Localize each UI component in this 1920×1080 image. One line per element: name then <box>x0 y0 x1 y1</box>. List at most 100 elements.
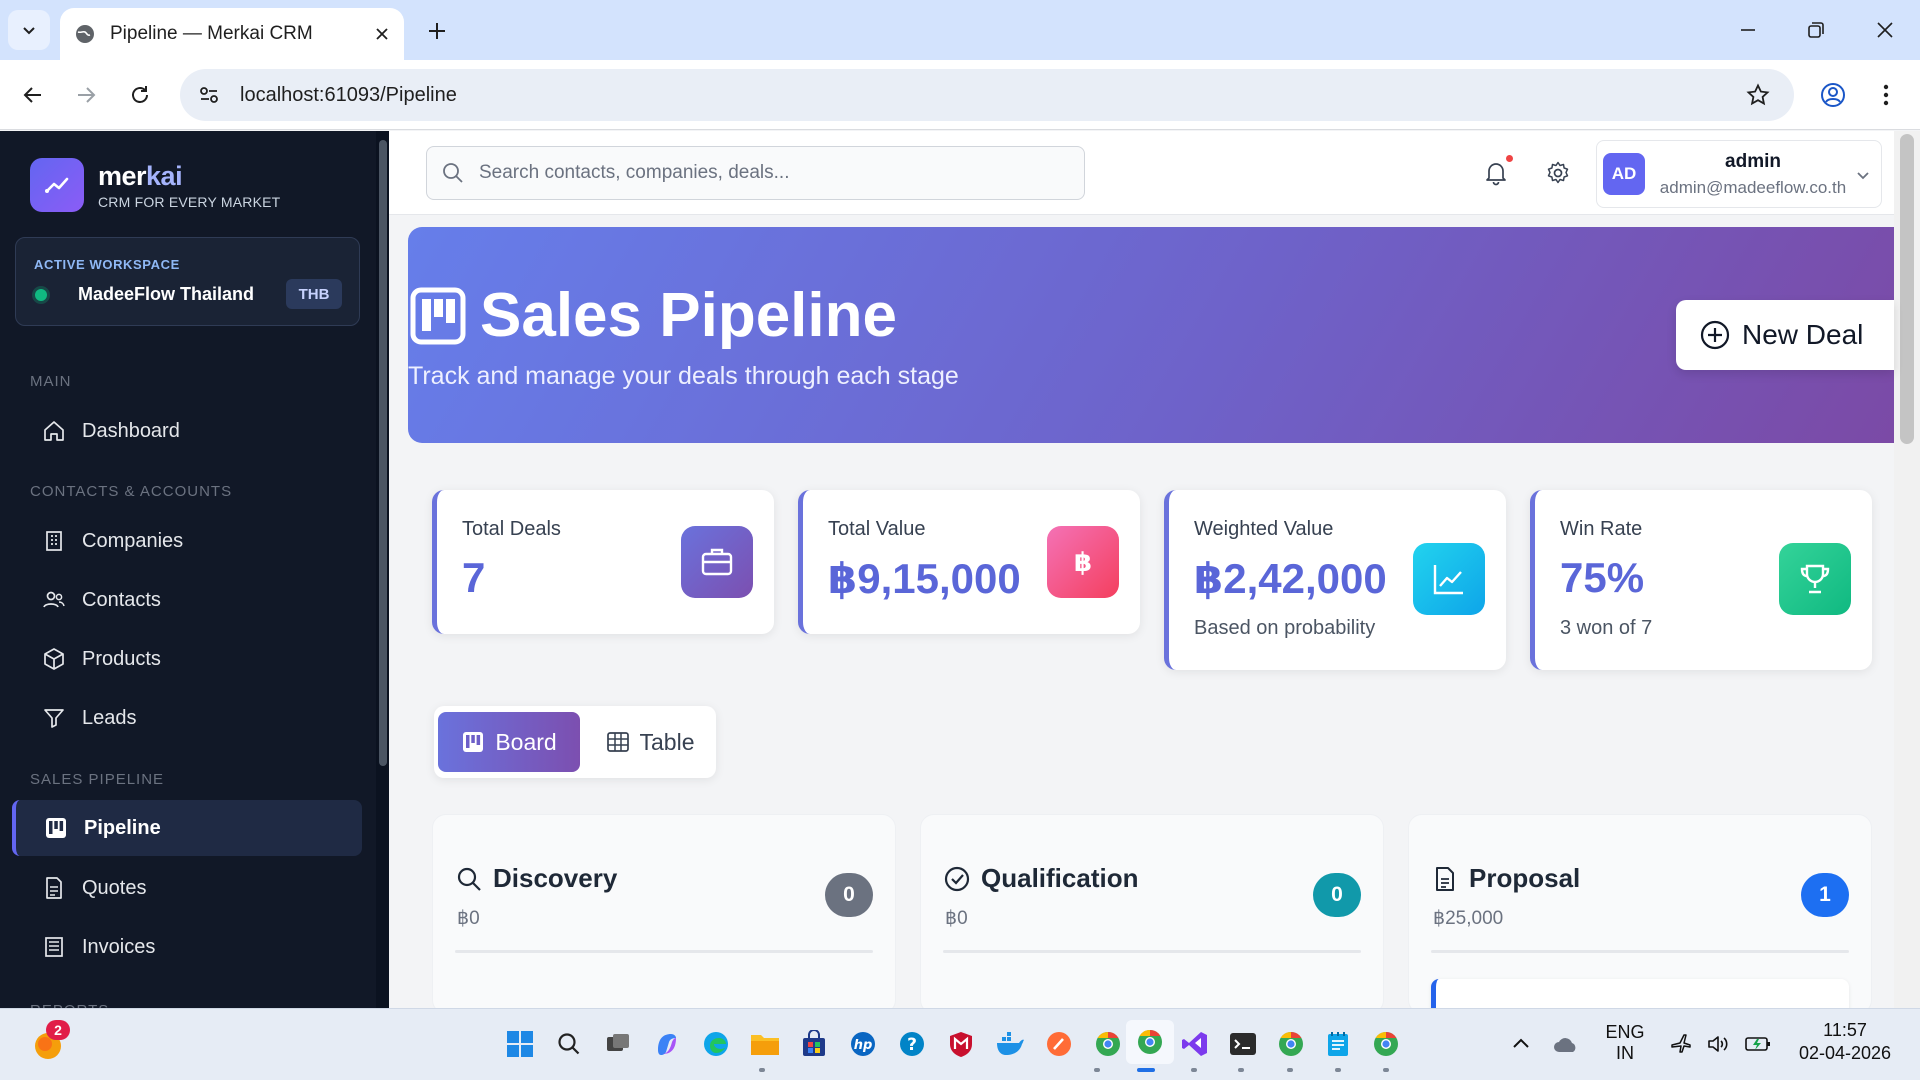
kebab-menu-icon <box>1883 84 1889 106</box>
bookmark-button[interactable] <box>1740 77 1776 113</box>
postman-app[interactable] <box>1039 1024 1079 1064</box>
document-icon <box>46 877 62 899</box>
chevron-down-icon <box>23 27 35 35</box>
global-search-input[interactable]: Search contacts, companies, deals... <box>426 146 1085 200</box>
notepad-icon <box>1328 1032 1348 1056</box>
folder-icon <box>751 1035 779 1055</box>
receipt-icon <box>45 937 63 957</box>
running-indicator <box>1383 1068 1389 1072</box>
sidebar-item-invoices[interactable]: Invoices <box>12 919 362 975</box>
brand[interactable]: merkai CRM FOR EVERY MARKET <box>30 158 280 212</box>
edge-app[interactable] <box>696 1024 736 1064</box>
chrome-app-active[interactable] <box>1126 1020 1174 1064</box>
close-tab-icon[interactable] <box>374 26 390 42</box>
browser-menu-button[interactable] <box>1868 77 1904 113</box>
sidebar-item-label: Invoices <box>82 935 156 958</box>
copilot-app[interactable] <box>647 1024 687 1064</box>
terminal-app[interactable] <box>1223 1024 1263 1064</box>
close-window-button[interactable] <box>1862 12 1908 48</box>
sidebar-item-quotes[interactable]: Quotes <box>12 860 362 916</box>
speaker-icon <box>1708 1036 1728 1052</box>
store-app[interactable] <box>794 1024 834 1064</box>
help-app[interactable]: ? <box>892 1024 932 1064</box>
trend-logo-icon <box>45 177 69 193</box>
sidebar-item-products[interactable]: Products <box>12 631 362 687</box>
sidebar-item-leads[interactable]: Leads <box>12 690 362 746</box>
sidebar-item-pipeline[interactable]: Pipeline <box>12 800 362 856</box>
column-count-badge: 0 <box>1313 873 1361 917</box>
running-indicator <box>1238 1068 1244 1072</box>
clock[interactable]: 11:57 02-04-2026 <box>1790 1020 1900 1064</box>
sidebar-item-label: Leads <box>82 706 137 729</box>
globe-icon <box>76 25 94 43</box>
battery-charging-icon <box>1745 1037 1770 1051</box>
sidebar-item-label: Pipeline <box>84 816 161 839</box>
task-view-button[interactable] <box>598 1024 638 1064</box>
board-view-button[interactable]: Board <box>438 712 580 772</box>
brand-name: merkai <box>98 160 183 191</box>
docker-app[interactable] <box>990 1024 1030 1064</box>
table-view-button[interactable]: Table <box>590 712 710 772</box>
forward-button[interactable] <box>68 77 104 113</box>
back-button[interactable] <box>15 77 51 113</box>
chrome-icon <box>1374 1032 1398 1056</box>
show-hidden-icons-button[interactable] <box>1501 1024 1541 1064</box>
baht-icon: ฿ <box>1047 526 1119 598</box>
airplane-icon <box>1671 1034 1691 1053</box>
sidebar-item-companies[interactable]: Companies <box>12 513 362 569</box>
sidebar-item-dashboard[interactable]: Dashboard <box>12 403 362 459</box>
table-icon <box>606 732 629 752</box>
gear-icon <box>1547 161 1569 184</box>
start-button[interactable] <box>500 1024 540 1064</box>
visual-studio-app[interactable] <box>1175 1024 1215 1064</box>
running-indicator <box>1191 1068 1197 1072</box>
address-bar[interactable]: localhost:61093/Pipeline <box>180 69 1794 121</box>
stat-value: 75% <box>1560 554 1645 601</box>
file-explorer-app[interactable] <box>745 1024 785 1064</box>
column-divider <box>1431 950 1849 953</box>
hp-app[interactable]: hp <box>843 1024 883 1064</box>
box-icon <box>44 648 64 670</box>
star-icon <box>1746 83 1770 106</box>
reload-button[interactable] <box>122 77 158 113</box>
workspace-label: ACTIVE WORKSPACE <box>34 257 180 272</box>
battery-tray[interactable] <box>1738 1024 1778 1064</box>
chevron-down-icon <box>1857 172 1869 180</box>
sidebar-item-contacts[interactable]: Contacts <box>12 572 362 628</box>
user-menu[interactable]: AD admin admin@madeeflow.co.th <box>1596 140 1882 208</box>
workspace-name: MadeeFlow Thailand <box>78 284 255 304</box>
onedrive-tray[interactable] <box>1546 1024 1586 1064</box>
airplane-mode-tray[interactable] <box>1661 1024 1701 1064</box>
notepad-app[interactable] <box>1318 1024 1358 1064</box>
browser-tab[interactable]: Pipeline — Merkai CRM <box>60 8 404 60</box>
reload-icon <box>132 86 148 103</box>
kanban-icon <box>463 732 484 752</box>
bell-icon <box>1486 163 1506 186</box>
chrome-profile-app[interactable] <box>1271 1024 1311 1064</box>
sidebar-scrollbar-thumb[interactable] <box>379 140 387 766</box>
new-deal-label: New Deal <box>1742 319 1864 350</box>
workspace-currency-badge: THB <box>286 279 342 309</box>
chrome-dev-app[interactable] <box>1088 1024 1128 1064</box>
tab-search-button[interactable] <box>8 10 50 50</box>
profile-button[interactable] <box>1815 77 1851 113</box>
windows-icon <box>507 1031 533 1057</box>
arrow-right-icon <box>78 87 96 103</box>
restore-button[interactable] <box>1793 12 1839 48</box>
site-info-icon[interactable] <box>198 84 220 106</box>
input-language[interactable]: ENG IN <box>1600 1022 1650 1064</box>
minimize-button[interactable] <box>1725 12 1771 48</box>
volume-tray[interactable] <box>1698 1024 1738 1064</box>
new-deal-button[interactable]: New Deal <box>1676 300 1894 370</box>
workspace-switcher[interactable]: ACTIVE WORKSPACE MadeeFlow Thailand THB <box>15 237 360 326</box>
url-text[interactable]: localhost:61093/Pipeline <box>240 84 457 107</box>
taskbar-search-button[interactable] <box>549 1024 589 1064</box>
new-tab-button[interactable] <box>420 14 454 48</box>
board-view-label: Board <box>495 728 557 755</box>
browser-toolbar: localhost:61093/Pipeline <box>0 60 1920 130</box>
sidebar-section-main: MAIN <box>30 373 72 390</box>
settings-button[interactable] <box>1538 153 1578 193</box>
page-scrollbar-thumb[interactable] <box>1900 134 1914 444</box>
chrome-second-app[interactable] <box>1366 1024 1406 1064</box>
mcafee-app[interactable] <box>941 1024 981 1064</box>
